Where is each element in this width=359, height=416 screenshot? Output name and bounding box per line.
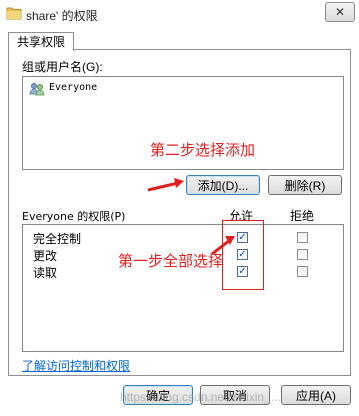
annotation-step1: 第一步全部选择: [118, 253, 224, 270]
window-title: share' 的权限: [26, 9, 98, 23]
annotation-box-allow: [222, 220, 264, 290]
title-bar: share' 的权限 ✕: [0, 0, 359, 28]
permission-row-full-control: 完全控制 ✓: [23, 229, 341, 246]
annotation-step2: 第二步选择添加: [150, 142, 256, 159]
permission-name: 完全控制: [33, 232, 82, 246]
remove-button[interactable]: 删除(R): [268, 175, 342, 195]
tab-share-permissions[interactable]: 共享权限: [8, 32, 75, 51]
deny-checkbox-full-control[interactable]: [297, 232, 308, 243]
folder-icon: [6, 7, 22, 20]
apply-button[interactable]: 应用(A): [281, 385, 351, 405]
user-name: Everyone: [49, 82, 98, 93]
groups-label: 组或用户名(G):: [22, 60, 103, 74]
deny-checkbox-read[interactable]: [297, 266, 308, 277]
permissions-table: 完全控制 ✓ 更改 ✓ 读取 ✓: [22, 224, 344, 352]
tab-strip: 共享权限: [0, 28, 359, 51]
watermark: https://blog.csdn.net/weixin_...: [120, 390, 281, 404]
permissions-header: Everyone 的权限(P): [22, 210, 126, 223]
permission-name: 更改: [33, 249, 58, 263]
deny-checkbox-change[interactable]: [297, 249, 308, 260]
close-button[interactable]: ✕: [325, 2, 355, 22]
permission-name: 读取: [33, 266, 58, 280]
access-control-help-link[interactable]: 了解访问控制和权限: [22, 357, 130, 374]
users-group-icon: [29, 83, 45, 96]
add-button[interactable]: 添加(D)...: [186, 175, 260, 195]
deny-column-header: 拒绝: [290, 209, 315, 223]
